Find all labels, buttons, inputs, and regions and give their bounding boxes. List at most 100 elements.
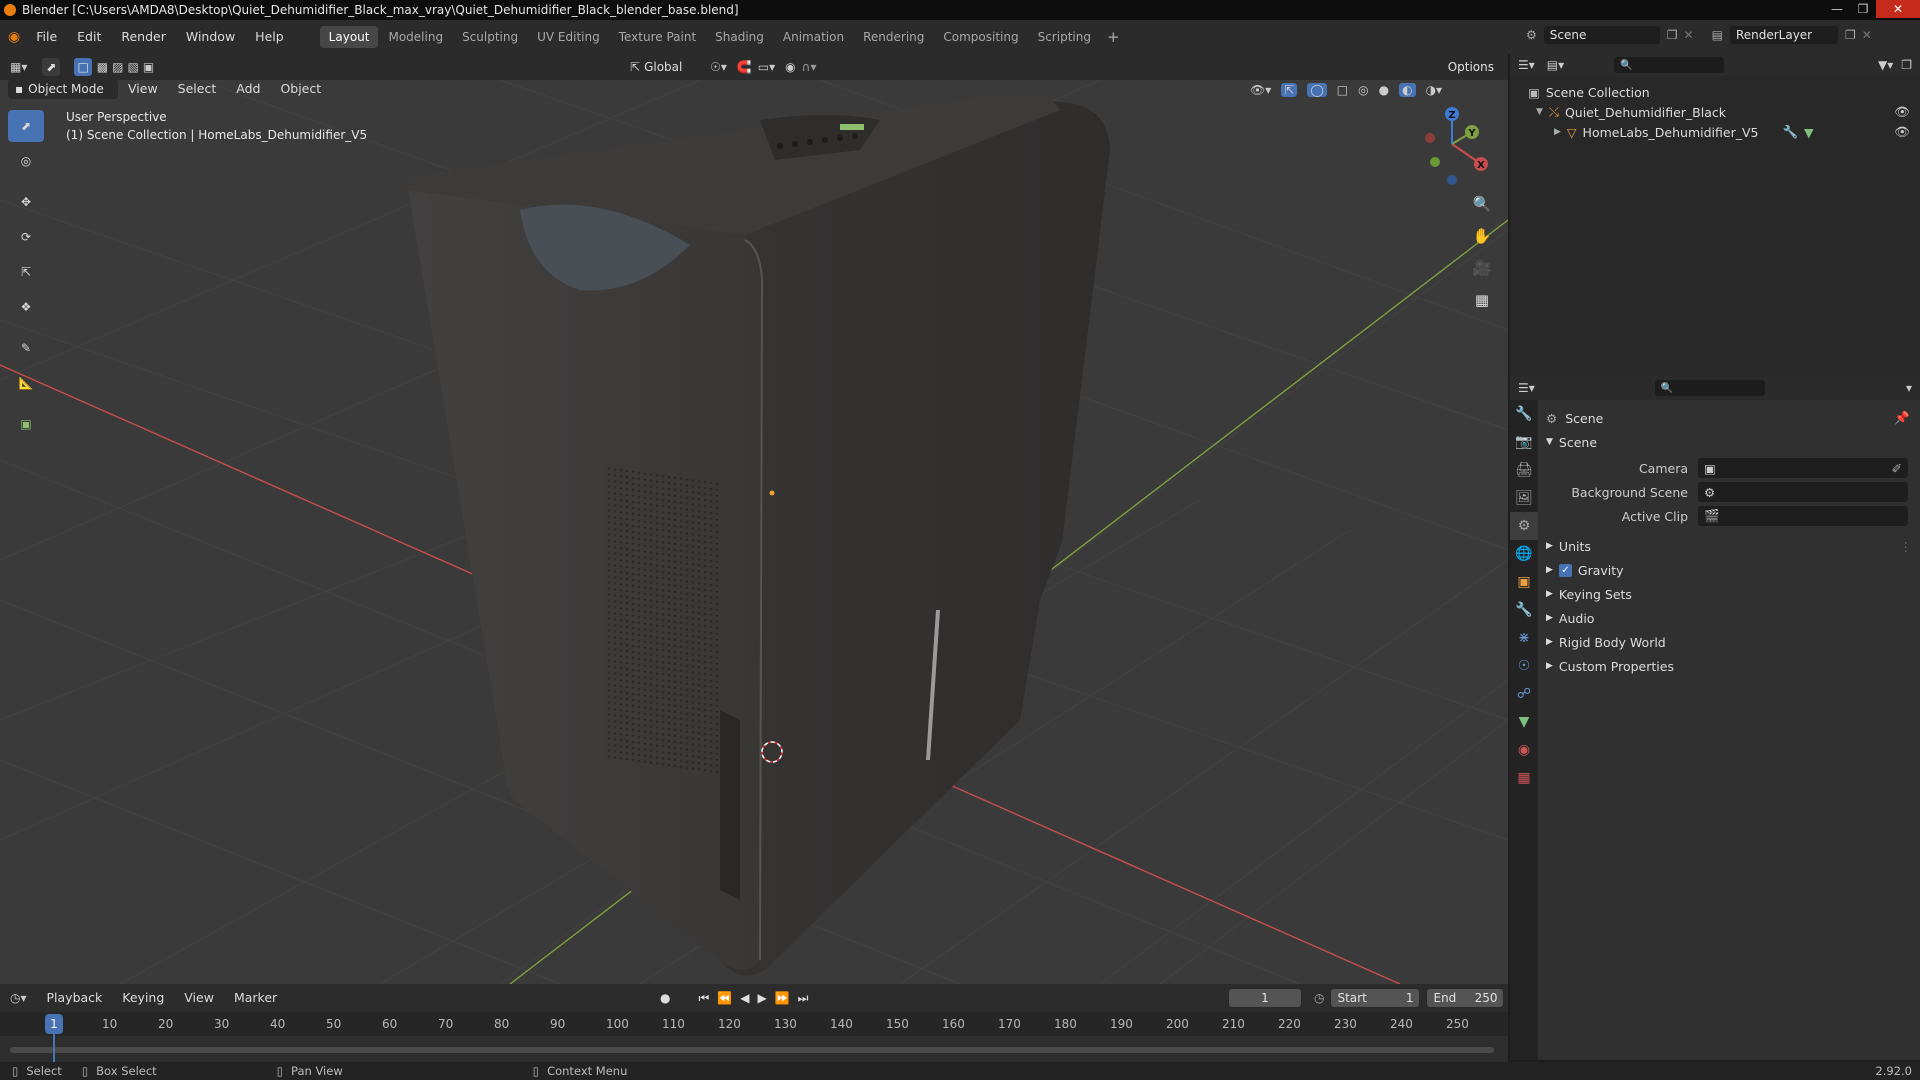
collapse-arrow-icon[interactable]: ▶ bbox=[1554, 127, 1561, 137]
wireframe-shading-icon[interactable]: ◎ bbox=[1358, 83, 1368, 97]
timeline-menu-playback[interactable]: Playback bbox=[37, 987, 113, 1009]
move-tool-icon[interactable]: ✥ bbox=[8, 186, 44, 218]
measure-tool-icon[interactable]: 📐 bbox=[8, 367, 44, 399]
properties-editor-icon[interactable]: ☰▾ bbox=[1518, 381, 1535, 395]
constraints-tab-icon[interactable]: ☍ bbox=[1510, 680, 1538, 708]
active-clip-field[interactable]: 🎬 bbox=[1698, 506, 1908, 526]
start-frame-field[interactable]: Start 1 bbox=[1330, 988, 1421, 1008]
timeline-menu-view[interactable]: View bbox=[174, 987, 224, 1009]
rigid-body-world-subpanel[interactable]: ▶ Rigid Body World bbox=[1546, 630, 1920, 654]
tab-sculpting[interactable]: Sculpting bbox=[453, 26, 527, 48]
properties-search-input[interactable]: 🔍 bbox=[1654, 380, 1765, 396]
timeline-menu-keying[interactable]: Keying bbox=[112, 987, 174, 1009]
play-reverse-icon[interactable]: ◀ bbox=[740, 991, 749, 1005]
snap-target-icon[interactable]: ▭▾ bbox=[758, 60, 775, 74]
units-subpanel[interactable]: ▶ Units ⋮ bbox=[1546, 534, 1920, 558]
xray-icon[interactable]: □ bbox=[1337, 83, 1348, 97]
output-tab-icon[interactable]: 🖨 bbox=[1510, 456, 1538, 484]
modifier-tab-icon[interactable]: 🔧 bbox=[1510, 596, 1538, 624]
tool-tab-icon[interactable]: 🔧 bbox=[1510, 400, 1538, 428]
timeline-scrollbar[interactable] bbox=[10, 1047, 1494, 1053]
tab-rendering[interactable]: Rendering bbox=[854, 26, 933, 48]
gizmo-toggle-icon[interactable]: ⇱ bbox=[1281, 83, 1298, 97]
outliner-row-scene-collection[interactable]: ▣ Scene Collection bbox=[1510, 82, 1920, 102]
visibility-eye-icon-2[interactable]: 👁 bbox=[1894, 124, 1910, 140]
scene-field[interactable]: Scene bbox=[1542, 25, 1661, 45]
solid-shading-icon[interactable]: ● bbox=[1379, 83, 1389, 97]
eyedropper-icon[interactable]: ✐ bbox=[1892, 461, 1902, 476]
zoom-icon[interactable]: 🔍 bbox=[1468, 190, 1496, 218]
perspective-toggle-icon[interactable]: ▦ bbox=[1468, 286, 1496, 314]
new-render-layer-icon[interactable]: ❐ bbox=[1845, 28, 1856, 42]
menu-window[interactable]: Window bbox=[176, 26, 245, 48]
minimize-icon[interactable]: — bbox=[1824, 0, 1850, 18]
outliner-editor-icon[interactable]: ☰▾ bbox=[1518, 58, 1535, 72]
particles-tab-icon[interactable]: ⋇ bbox=[1510, 624, 1538, 652]
delete-scene-icon[interactable]: ✕ bbox=[1684, 28, 1694, 42]
select-subtract-icon[interactable]: ▨ bbox=[112, 60, 123, 74]
data-tab-icon[interactable]: ▼ bbox=[1510, 708, 1538, 736]
proportional-edit-icon[interactable]: ◉ bbox=[785, 60, 795, 74]
new-collection-icon[interactable]: ❐ bbox=[1901, 58, 1912, 72]
prev-keyframe-icon[interactable]: ⏪ bbox=[717, 991, 732, 1005]
custom-properties-subpanel[interactable]: ▶ Custom Properties bbox=[1546, 654, 1920, 678]
preview-range-icon[interactable]: ◷ bbox=[1314, 991, 1324, 1005]
pin-icon[interactable]: 📌 bbox=[1894, 410, 1910, 426]
current-frame-field[interactable]: 1 bbox=[1228, 988, 1302, 1008]
select-intersect-icon[interactable]: ▣ bbox=[143, 60, 154, 74]
tab-animation[interactable]: Animation bbox=[774, 26, 853, 48]
transform-orientation-dropdown[interactable]: Global bbox=[644, 60, 700, 74]
pivot-icon[interactable]: ☉▾ bbox=[710, 60, 727, 74]
viewport-menu-object[interactable]: Object bbox=[270, 78, 331, 100]
mesh-data-icon[interactable]: ▼ bbox=[1804, 125, 1814, 140]
add-cube-tool-icon[interactable]: ▣ bbox=[8, 408, 44, 440]
gravity-subpanel[interactable]: ▶ ✓ Gravity bbox=[1546, 558, 1920, 582]
snap-icon[interactable]: 🧲 bbox=[737, 60, 752, 74]
jump-end-icon[interactable]: ⏭ bbox=[798, 991, 809, 1006]
visibility-icon[interactable]: 👁▾ bbox=[1250, 83, 1271, 97]
editor-type-icon[interactable]: ▦▾ bbox=[10, 60, 27, 74]
rendered-shading-icon[interactable]: ◑▾ bbox=[1426, 83, 1443, 97]
background-scene-field[interactable]: ⚙ bbox=[1698, 482, 1908, 502]
audio-subpanel[interactable]: ▶ Audio bbox=[1546, 606, 1920, 630]
overlays-icon[interactable]: ◯ bbox=[1307, 83, 1327, 97]
menu-help[interactable]: Help bbox=[245, 26, 294, 48]
tab-compositing[interactable]: Compositing bbox=[934, 26, 1027, 48]
modifier-wrench-icon[interactable]: 🔧 bbox=[1782, 124, 1798, 140]
properties-options-icon[interactable]: ▾ bbox=[1906, 381, 1912, 395]
scene-tab-icon[interactable]: ⚙ bbox=[1510, 512, 1538, 540]
delete-render-layer-icon[interactable]: ✕ bbox=[1862, 28, 1872, 42]
outliner-row-collection[interactable]: ▼ ⤯ Quiet_Dehumidifier_Black 👁 bbox=[1510, 102, 1920, 122]
tab-shading[interactable]: Shading bbox=[706, 26, 773, 48]
drag-handle-icon[interactable]: ⋮ bbox=[1900, 539, 1913, 554]
world-tab-icon[interactable]: 🌐 bbox=[1510, 540, 1538, 568]
end-frame-field[interactable]: End 250 bbox=[1426, 988, 1505, 1008]
falloff-icon[interactable]: ∩▾ bbox=[802, 60, 817, 74]
options-dropdown[interactable]: Options bbox=[1441, 57, 1500, 77]
material-shading-icon[interactable]: ◐ bbox=[1399, 83, 1416, 97]
tab-scripting[interactable]: Scripting bbox=[1029, 26, 1100, 48]
cursor-tool-icon[interactable]: ◎ bbox=[8, 145, 44, 177]
viewport-menu-view[interactable]: View bbox=[118, 78, 168, 100]
gravity-checkbox[interactable]: ✓ bbox=[1558, 563, 1572, 577]
play-icon[interactable]: ▶ bbox=[757, 991, 766, 1005]
select-invert-icon[interactable]: ▧ bbox=[127, 60, 138, 74]
filter-icon[interactable]: ▼▾ bbox=[1878, 58, 1893, 72]
keying-sets-subpanel[interactable]: ▶ Keying Sets bbox=[1546, 582, 1920, 606]
camera-field[interactable]: ▣ ✐ bbox=[1698, 458, 1908, 478]
close-icon[interactable]: ✕ bbox=[1876, 0, 1920, 18]
transform-tool-icon[interactable]: ❖ bbox=[8, 291, 44, 323]
tab-uv-editing[interactable]: UV Editing bbox=[528, 26, 609, 48]
rotate-tool-icon[interactable]: ⟳ bbox=[8, 221, 44, 253]
material-tab-icon[interactable]: ◉ bbox=[1510, 736, 1538, 764]
tab-modeling[interactable]: Modeling bbox=[379, 26, 452, 48]
texture-tab-icon[interactable]: ▦ bbox=[1510, 764, 1538, 792]
scene-panel-header[interactable]: ▼ Scene bbox=[1546, 430, 1920, 454]
menu-file[interactable]: File bbox=[26, 26, 67, 48]
render-layer-field[interactable]: RenderLayer bbox=[1728, 25, 1839, 45]
outliner-row-object[interactable]: ▶ ▽ HomeLabs_Dehumidifier_V5 🔧 ▼ 👁 bbox=[1510, 122, 1920, 142]
select-tool-icon[interactable]: ⬈ bbox=[41, 57, 62, 77]
next-keyframe-icon[interactable]: ⏩ bbox=[775, 991, 790, 1005]
tab-layout[interactable]: Layout bbox=[319, 26, 379, 48]
pan-hand-icon[interactable]: ✋ bbox=[1468, 222, 1496, 250]
